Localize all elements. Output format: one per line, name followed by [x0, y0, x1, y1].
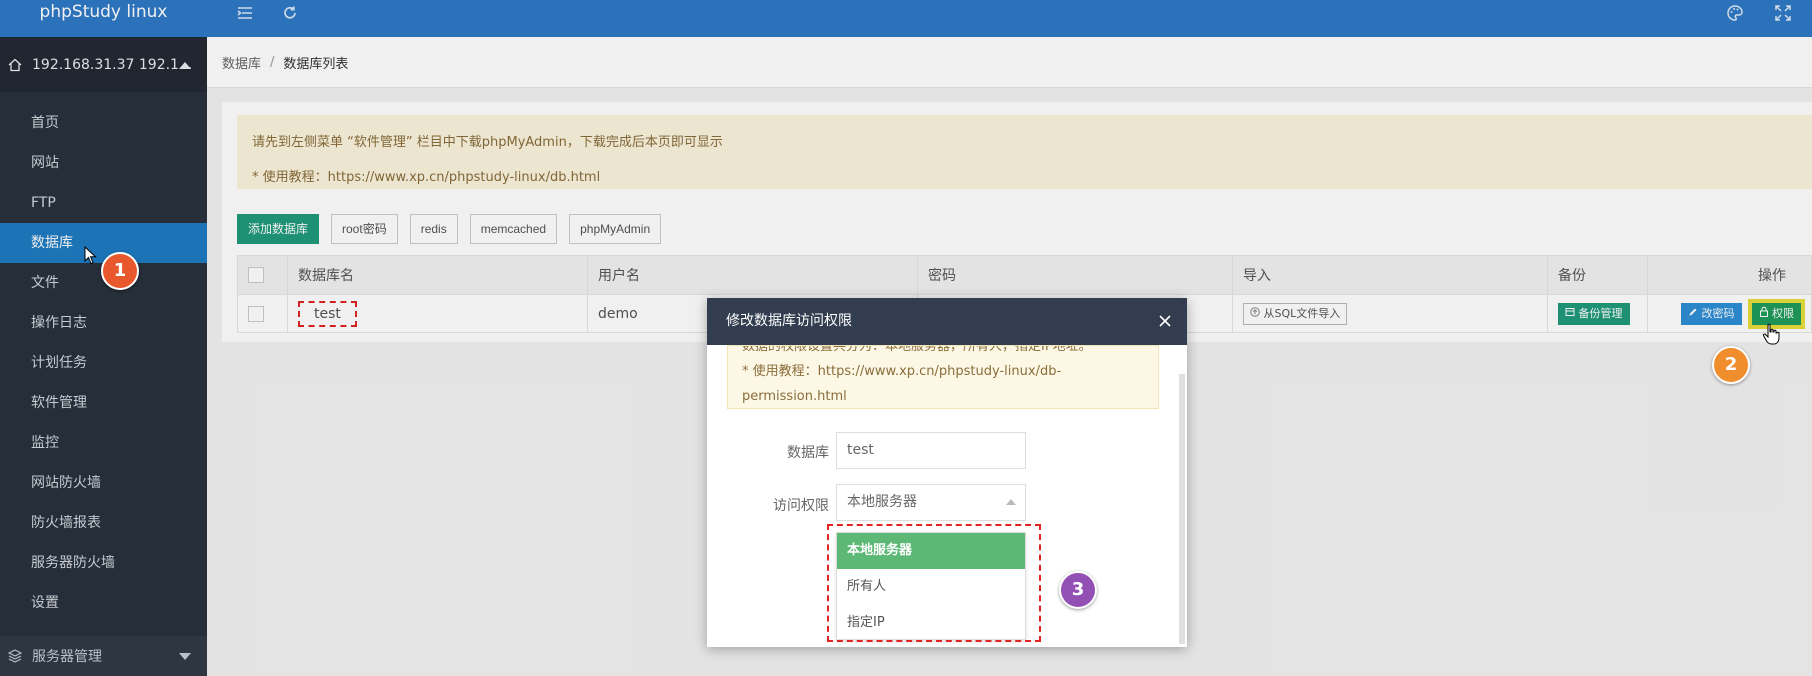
- row-select: [237, 294, 288, 333]
- sidebar-item-cron[interactable]: 计划任务: [0, 343, 207, 383]
- server-label: 192.168.31.37 192.1...: [32, 56, 193, 73]
- phpmyadmin-button[interactable]: phpMyAdmin: [569, 214, 662, 244]
- header-password: 密码: [917, 255, 1233, 295]
- root-password-button[interactable]: root密码: [331, 214, 398, 244]
- sidebar-item-logs[interactable]: 操作日志: [0, 303, 207, 343]
- step-badge-2: 2: [1712, 346, 1750, 384]
- chevron-down-icon: [179, 653, 191, 660]
- header-db-name: 数据库名: [287, 255, 588, 295]
- dropdown-highlight: [827, 524, 1041, 642]
- header-select: [237, 255, 288, 295]
- step-badge-3: 3: [1059, 571, 1097, 609]
- cell-backup: 备份管理: [1547, 294, 1648, 333]
- row-checkbox[interactable]: [248, 305, 264, 322]
- dialog-title: 修改数据库访问权限: [726, 313, 852, 329]
- stack-icon: [8, 649, 22, 663]
- server-manage-label: 服务器管理: [32, 649, 102, 665]
- dialog-header: 修改数据库访问权限: [707, 298, 1187, 345]
- breadcrumb: 数据库 / 数据库列表: [207, 37, 1812, 88]
- dialog-tip-line-0: 数据的权限设置共分为：本地服务器，所有人，指定IP地址。: [742, 345, 1092, 354]
- redis-button[interactable]: redis: [409, 214, 458, 244]
- header-user: 用户名: [587, 255, 918, 295]
- db-field-label: 数据库: [787, 445, 829, 461]
- import-sql-label: 从SQL文件导入: [1263, 306, 1341, 320]
- cell-db-name: test: [287, 294, 588, 333]
- sidebar: phpStudy linux 192.168.31.37 192.1... 首页…: [0, 0, 207, 676]
- cell-import: 从SQL文件导入: [1232, 294, 1548, 333]
- hand-cursor-icon: [1762, 323, 1780, 345]
- memcached-button[interactable]: memcached: [469, 214, 558, 244]
- app-logo: phpStudy linux: [0, 0, 207, 37]
- refresh-icon[interactable]: [281, 4, 299, 22]
- permission-label: 权限: [1772, 306, 1794, 320]
- palette-icon[interactable]: [1726, 4, 1744, 22]
- sidebar-item-ftp[interactable]: FTP: [0, 183, 207, 223]
- sidebar-item-software[interactable]: 软件管理: [0, 383, 207, 423]
- header-backup: 备份: [1547, 255, 1648, 295]
- perm-select[interactable]: 本地服务器: [836, 484, 1026, 521]
- upload-icon: [1250, 306, 1260, 317]
- caret-up-icon: [179, 62, 191, 69]
- sidebar-item-database[interactable]: 数据库: [0, 223, 207, 263]
- import-sql-button[interactable]: 从SQL文件导入: [1243, 302, 1348, 325]
- header-import: 导入: [1232, 255, 1548, 295]
- breadcrumb-current: 数据库列表: [283, 56, 349, 72]
- notice-line-2: * 使用教程：https://www.xp.cn/phpstudy-linux/…: [252, 170, 601, 185]
- sidebar-item-monitor[interactable]: 监控: [0, 423, 207, 463]
- sidebar-item-waf[interactable]: 网站防火墙: [0, 463, 207, 503]
- menu-toggle-icon[interactable]: [236, 4, 254, 22]
- perm-select-value: 本地服务器: [847, 494, 917, 510]
- permission-button[interactable]: 权限: [1751, 302, 1801, 325]
- dialog-scrollbar[interactable]: [1179, 374, 1185, 644]
- toolbar: 添加数据库 root密码 redis memcached phpMyAdmin: [237, 214, 662, 244]
- home-icon: [8, 58, 22, 71]
- add-database-button[interactable]: 添加数据库: [237, 214, 320, 244]
- server-selector[interactable]: 192.168.31.37 192.1...: [0, 37, 207, 92]
- top-bar: [207, 0, 1812, 37]
- close-icon[interactable]: [1157, 313, 1173, 329]
- db-name-highlight: test: [298, 300, 357, 327]
- sidebar-item-website[interactable]: 网站: [0, 143, 207, 183]
- notice-line-1: 请先到左侧菜单 “软件管理” 栏目中下载phpMyAdmin，下载完成后本页即可…: [252, 135, 723, 150]
- sidebar-nav: 首页 网站 FTP 数据库 文件 操作日志 计划任务 软件管理 监控 网站防火墙…: [0, 103, 207, 623]
- table-header-row: 数据库名 用户名 密码 导入 备份 操作: [237, 255, 1812, 295]
- dialog-tip-line-2: permission.html: [742, 389, 847, 404]
- breadcrumb-separator: /: [270, 54, 275, 70]
- cell-ops: 改密码 权限: [1647, 294, 1812, 333]
- backup-manage-button[interactable]: 备份管理: [1558, 302, 1630, 325]
- arrow-cursor-icon: [84, 246, 97, 265]
- backup-manage-label: 备份管理: [1578, 306, 1623, 320]
- header-ops: 操作: [1647, 255, 1812, 295]
- sidebar-item-firewall-report[interactable]: 防火墙报表: [0, 503, 207, 543]
- fullscreen-icon[interactable]: [1774, 4, 1792, 22]
- notice-box: 请先到左侧菜单 “软件管理” 栏目中下载phpMyAdmin，下载完成后本页即可…: [237, 115, 1812, 189]
- step-badge-1: 1: [101, 252, 139, 290]
- sidebar-item-server-firewall[interactable]: 服务器防火墙: [0, 543, 207, 583]
- change-password-button[interactable]: 改密码: [1681, 302, 1742, 325]
- lock-icon: [1759, 306, 1768, 317]
- database-icon: [1565, 307, 1575, 316]
- sidebar-item-home[interactable]: 首页: [0, 103, 207, 143]
- perm-field-label: 访问权限: [773, 498, 829, 514]
- server-manage-menu[interactable]: 服务器管理: [0, 636, 207, 676]
- db-field-input[interactable]: test: [836, 432, 1026, 469]
- dialog-tip: 数据的权限设置共分为：本地服务器，所有人，指定IP地址。 * 使用教程：http…: [727, 345, 1159, 409]
- change-password-label: 改密码: [1701, 306, 1735, 320]
- pencil-icon: [1689, 308, 1697, 315]
- select-all-checkbox[interactable]: [248, 267, 264, 283]
- sidebar-item-settings[interactable]: 设置: [0, 583, 207, 623]
- chevron-up-icon: [1006, 499, 1016, 505]
- breadcrumb-root[interactable]: 数据库: [222, 53, 261, 72]
- dialog-tip-line-1: * 使用教程：https://www.xp.cn/phpstudy-linux/…: [742, 364, 1062, 379]
